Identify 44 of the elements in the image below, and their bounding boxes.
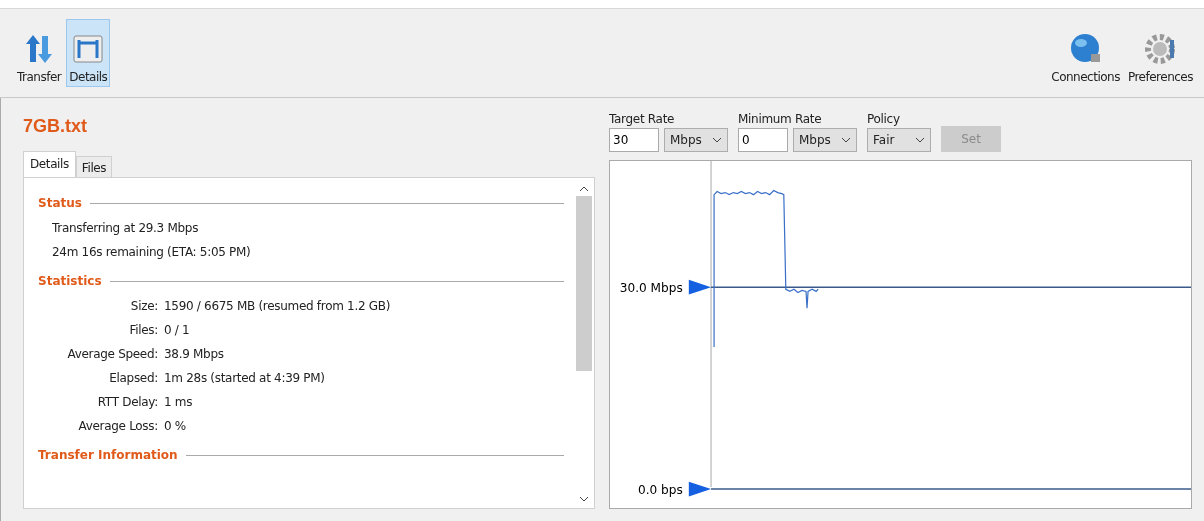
target-rate-marker[interactable] bbox=[688, 279, 712, 295]
minimum-rate-marker[interactable] bbox=[688, 481, 712, 497]
status-text: 24m 16s remaining (ETA: 5:05 PM) bbox=[51, 244, 252, 261]
field-label: Minimum Rate bbox=[738, 112, 823, 126]
unit-dropdown[interactable]: Mbps bbox=[793, 128, 857, 152]
field-value: 1590 / 6675 MB (resumed from 1.2 GB) bbox=[164, 299, 392, 313]
field-value: 1m 28s (started at 4:39 PM) bbox=[164, 371, 326, 385]
chevron-down-icon bbox=[712, 137, 722, 143]
target-rate-label: 30.0 Mbps bbox=[619, 281, 683, 296]
field-label: Average Speed: bbox=[66, 347, 158, 361]
scroll-down-icon[interactable] bbox=[579, 496, 589, 502]
toolbar-button[interactable]: Preferences bbox=[1124, 19, 1196, 87]
toolbar-button[interactable]: Transfer bbox=[14, 19, 65, 87]
section-title: Statistics bbox=[38, 274, 102, 288]
scroll-up-icon[interactable] bbox=[579, 186, 589, 192]
chevron-down-icon bbox=[841, 137, 851, 143]
scrollbar-thumb[interactable] bbox=[576, 196, 592, 371]
field-label: Target Rate bbox=[609, 112, 676, 126]
window-icon bbox=[71, 32, 106, 66]
file-title: 7GB.txt bbox=[23, 116, 88, 137]
gear-icon bbox=[1143, 32, 1178, 66]
minimum-rate-input[interactable]: 0 bbox=[738, 128, 788, 152]
field-value: 0 / 1 bbox=[164, 323, 191, 337]
field-value: 1 ms bbox=[164, 395, 194, 409]
minimum-rate-label: 0.0 bps bbox=[637, 483, 683, 498]
chevron-down-icon bbox=[915, 137, 925, 143]
field-label: Size: bbox=[129, 299, 158, 313]
section-title: Status bbox=[38, 196, 82, 210]
field-label: Files: bbox=[128, 323, 158, 337]
toolbar-button[interactable]: Details bbox=[66, 19, 111, 87]
field-label: RTT Delay: bbox=[96, 395, 158, 409]
toolbar-button[interactable]: Connections bbox=[1048, 19, 1123, 87]
field-label: Policy bbox=[867, 112, 901, 126]
field-value: 38.9 Mbps bbox=[164, 347, 225, 361]
field-label: Elapsed: bbox=[108, 371, 158, 385]
tab[interactable]: Files bbox=[75, 156, 113, 178]
section-title: Transfer Information bbox=[38, 448, 178, 462]
tab[interactable]: Details bbox=[23, 151, 76, 178]
field-value: 0 % bbox=[164, 419, 187, 433]
field-label: Average Loss: bbox=[77, 419, 158, 433]
status-text: Transferring at 29.3 Mbps bbox=[51, 220, 200, 237]
policy-dropdown[interactable]: Fair bbox=[867, 128, 931, 152]
target-rate-input[interactable]: 30 bbox=[609, 128, 659, 152]
unit-dropdown[interactable]: Mbps bbox=[664, 128, 728, 152]
